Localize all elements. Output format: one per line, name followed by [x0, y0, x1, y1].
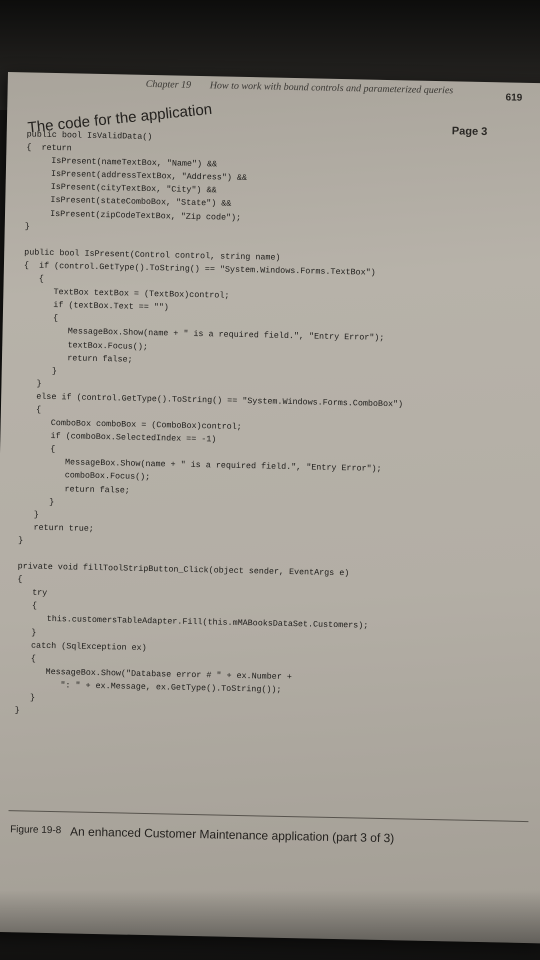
code-line: IsPresent(nameTextBox, "Name") && — [26, 155, 218, 170]
code-line: try — [16, 587, 48, 599]
code-line: } — [18, 535, 24, 546]
figure-number: Figure 19-8 — [10, 824, 62, 837]
running-header-chapter: Chapter 19 — [145, 78, 192, 91]
code-line: } — [18, 495, 55, 507]
code-line: { — [16, 600, 38, 612]
code-line: IsPresent(zipCodeTextBox, "Zip code"); — [24, 207, 242, 223]
code-line: { — [20, 443, 56, 455]
running-header-title: How to work with bound controls and para… — [209, 80, 454, 97]
code-line: { — [22, 312, 59, 324]
code-line: { — [17, 574, 23, 585]
bottom-shadow — [0, 890, 540, 960]
code-line: } — [21, 378, 42, 389]
code-line: catch (SqlException ex) — [15, 639, 147, 653]
code-line: { if (control.GetType().ToString() == "S… — [23, 260, 376, 278]
code-line: } — [24, 221, 30, 232]
code-line: comboBox.Focus(); — [19, 469, 151, 483]
code-line: IsPresent(stateComboBox, "State") && — [25, 194, 232, 210]
photo-scene: Chapter 19 How to work with bound contro… — [0, 0, 540, 960]
part-label: Page 3 — [451, 125, 488, 139]
page-content: Chapter 19 How to work with bound contro… — [0, 72, 540, 944]
code-line: } — [14, 692, 36, 703]
code-line: IsPresent(cityTextBox, "City") && — [25, 181, 217, 196]
book-page: Chapter 19 How to work with bound contro… — [0, 72, 540, 944]
code-line: return false; — [19, 482, 130, 496]
code-line: textBox.Focus(); — [22, 338, 149, 352]
code-line: { — [20, 404, 42, 415]
code-line: else if (control.GetType().ToString() ==… — [21, 391, 404, 410]
code-line: { return — [26, 142, 72, 154]
page-number: 619 — [505, 92, 523, 104]
figure-caption: An enhanced Customer Maintenance applica… — [69, 824, 395, 846]
code-line: } — [14, 705, 20, 716]
code-line: } — [18, 509, 39, 520]
code-line: this.customersTableAdapter.Fill(this.mMA… — [16, 613, 369, 632]
code-line: } — [16, 626, 37, 638]
code-line: if (comboBox.SelectedIndex == -1) — [20, 430, 217, 445]
code-line: ": " + ex.Message, ex.GetType().ToString… — [15, 679, 282, 695]
code-listing: public bool IsValidData() { return IsPre… — [14, 128, 408, 725]
code-line: } — [21, 365, 58, 376]
code-line: return true; — [18, 522, 94, 534]
code-line: if (textBox.Text == "") — [23, 299, 169, 313]
code-line: TextBox textBox = (TextBox)control; — [23, 286, 230, 301]
caption-divider — [8, 810, 529, 823]
code-line: { — [23, 273, 44, 284]
code-line: { — [15, 653, 36, 664]
code-line: return false; — [21, 351, 133, 365]
code-line: private void fillToolStripButton_Click(o… — [17, 561, 350, 579]
code-line: ComboBox comboBox = (ComboBox)control; — [20, 417, 242, 433]
code-line: public bool IsValidData() — [26, 129, 153, 143]
